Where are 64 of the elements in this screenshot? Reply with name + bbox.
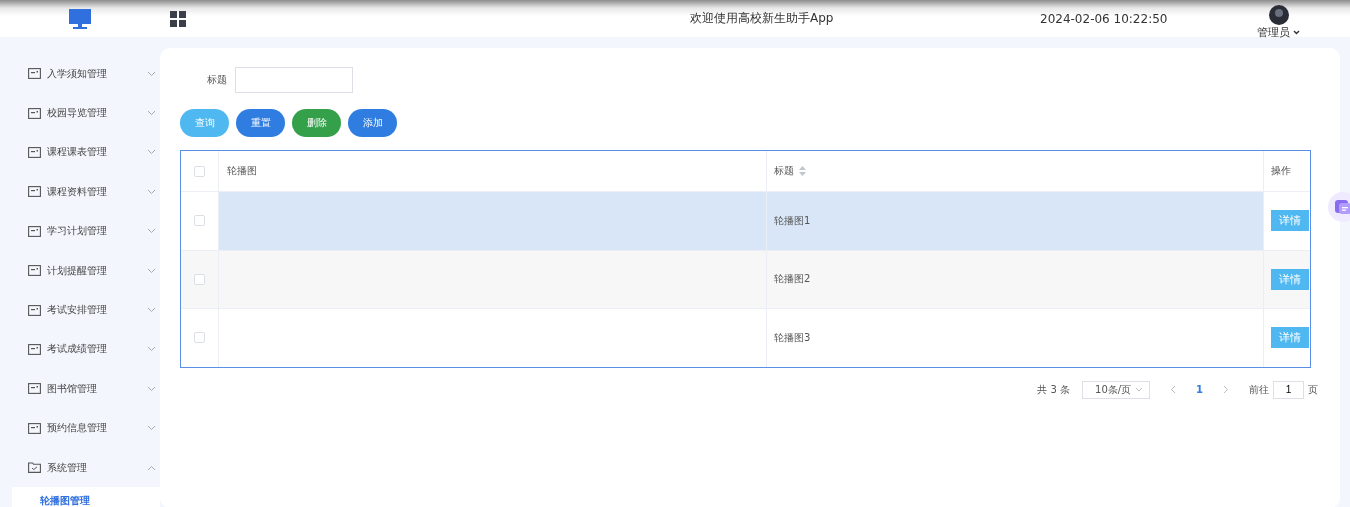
checkbox[interactable]: [194, 273, 205, 285]
goto-label: 前往: [1249, 382, 1269, 397]
chevron-icon: [147, 188, 156, 195]
card-icon: [28, 304, 41, 316]
caret-icon[interactable]: [1293, 30, 1301, 35]
chevron-icon: [147, 346, 156, 353]
card-icon: [28, 186, 41, 198]
chevron-icon: [147, 228, 156, 235]
card-icon: [28, 107, 41, 119]
sidebar-item[interactable]: 学习计划管理: [0, 211, 160, 251]
table-cell: 轮播图1: [774, 213, 811, 228]
card-icon: [28, 265, 41, 277]
action-button[interactable]: 添加: [348, 109, 397, 137]
chevron-icon: [147, 267, 156, 274]
sort-icon[interactable]: [799, 166, 806, 176]
chevron-icon: [147, 307, 156, 314]
sidebar-item[interactable]: 计划提醒管理: [0, 250, 160, 291]
page-size-select[interactable]: 10条/页: [1082, 380, 1151, 399]
card-icon: [28, 68, 41, 80]
sidebar-item[interactable]: 入学须知管理: [0, 54, 160, 94]
chevron-icon: [147, 110, 156, 117]
column-header: 轮播图: [227, 164, 257, 178]
card-icon: [28, 343, 41, 355]
sidebar-item[interactable]: 课程课表管理: [0, 132, 160, 173]
sidebar-item[interactable]: 考试成绩管理: [0, 329, 160, 370]
column-header: 操作: [1271, 164, 1291, 178]
card-icon: [28, 225, 41, 237]
sidebar-item[interactable]: 考试安排管理: [0, 290, 160, 330]
previous-page-icon[interactable]: [1170, 385, 1177, 394]
monitor-icon: [68, 7, 92, 30]
chevron-icon: [147, 425, 156, 432]
title-input[interactable]: [235, 67, 353, 93]
sidebar-item[interactable]: 系统管理: [0, 447, 160, 488]
next-page-icon[interactable]: [1223, 385, 1229, 394]
total-count: 共 3 条: [1037, 382, 1071, 397]
avatar-icon[interactable]: [1268, 5, 1289, 25]
page-input[interactable]: 1: [1273, 380, 1304, 399]
action-button[interactable]: 重置: [236, 109, 285, 137]
field-label: 标题: [207, 73, 227, 87]
page-suffix: 页: [1308, 382, 1318, 397]
sidebar-item[interactable]: 图书馆管理: [0, 369, 160, 409]
sidebar-item[interactable]: 校园导览管理: [0, 93, 160, 133]
chevron-icon: [147, 149, 156, 156]
user-menu[interactable]: 管理员: [1257, 25, 1301, 40]
card-icon: [28, 383, 41, 395]
page-number[interactable]: 1: [1196, 384, 1203, 395]
card-icon: [28, 422, 41, 434]
checkbox[interactable]: [194, 215, 205, 227]
sidebar-item[interactable]: 课程资料管理: [0, 172, 160, 212]
sidebar-item[interactable]: 预约信息管理: [0, 408, 160, 448]
grid-icon[interactable]: [170, 10, 186, 27]
chevron-icon: [147, 464, 156, 471]
checkbox[interactable]: [194, 332, 205, 344]
card-icon: [28, 146, 41, 158]
checkbox[interactable]: [194, 165, 205, 177]
table-cell: 轮播图2: [774, 272, 811, 287]
datetime-text: 2024-02-06 10:22:50: [1040, 11, 1168, 26]
chevron-icon: [147, 70, 156, 77]
welcome-text: 欢迎使用高校新生助手App: [690, 10, 835, 27]
table-cell: 轮播图3: [774, 330, 811, 345]
folder-icon: [28, 462, 41, 474]
chevron-icon: [147, 385, 156, 392]
column-header[interactable]: 标题: [774, 164, 794, 178]
submenu-item[interactable]: 轮播图管理: [12, 487, 160, 507]
